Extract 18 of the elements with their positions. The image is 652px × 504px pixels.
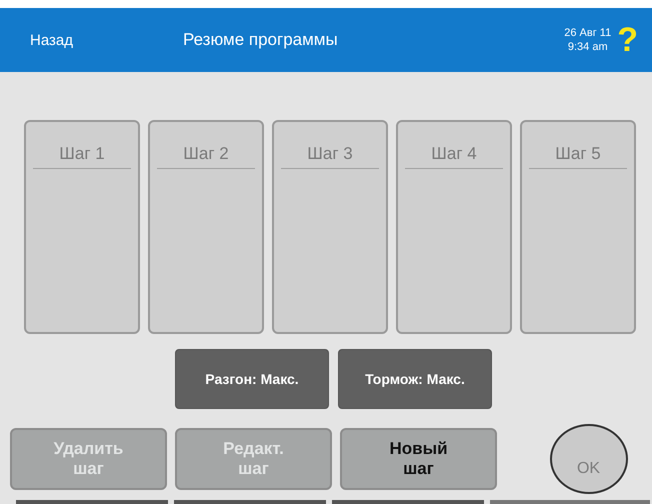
step-label: Шаг 4: [405, 144, 503, 169]
setting-button[interactable]: Разгон: Макс.: [175, 349, 329, 409]
step-label: Шаг 3: [281, 144, 379, 169]
action-button[interactable]: Новый шаг: [340, 428, 497, 490]
back-button[interactable]: Назад: [30, 32, 73, 48]
help-button[interactable]: ?: [617, 20, 638, 60]
step-card[interactable]: Шаг 5: [520, 120, 636, 334]
step-card[interactable]: Шаг 3: [272, 120, 388, 334]
screen-title: Резюме программы: [182, 30, 339, 50]
step-label: Шаг 5: [529, 144, 627, 169]
step-card[interactable]: Шаг 2: [148, 120, 264, 334]
date-label: 26 Авг 11: [564, 26, 612, 40]
step-label: Шаг 1: [33, 144, 131, 169]
setting-button[interactable]: Тормож: Макс.: [338, 349, 492, 409]
step-card[interactable]: Шаг 4: [396, 120, 512, 334]
time-label: 9:34 am: [568, 40, 608, 54]
step-card[interactable]: Шаг 1: [24, 120, 140, 334]
step-label: Шаг 2: [157, 144, 255, 169]
